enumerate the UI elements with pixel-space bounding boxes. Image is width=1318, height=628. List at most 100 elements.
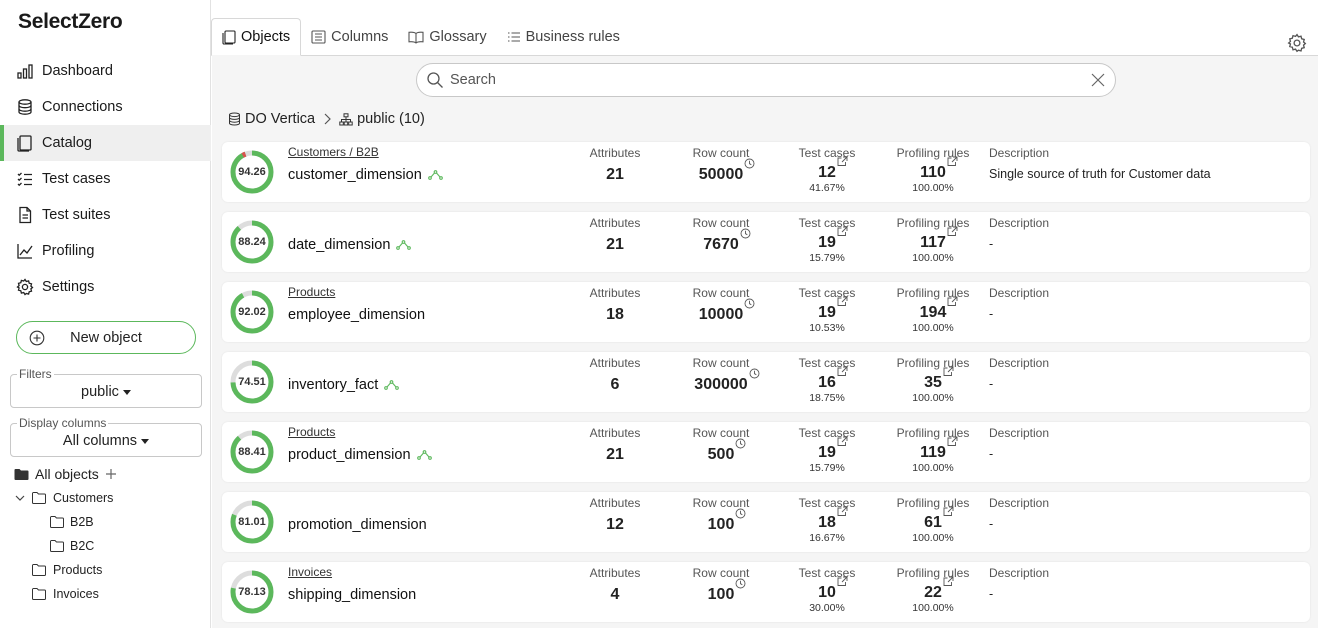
tab-columns[interactable]: Columns bbox=[301, 18, 398, 56]
clock-icon[interactable] bbox=[740, 228, 751, 239]
profiling-rules-value[interactable]: 61 bbox=[924, 506, 954, 532]
display-columns-select[interactable]: Display columns All columns bbox=[10, 416, 202, 457]
test-cases-value[interactable]: 19 bbox=[818, 296, 848, 322]
external-link-icon[interactable] bbox=[837, 506, 848, 517]
object-card[interactable]: 88.41 Products product_dimension Attribu… bbox=[222, 422, 1310, 482]
tree-item-invoices[interactable]: Invoices bbox=[0, 582, 211, 606]
chevron-down-icon[interactable] bbox=[14, 492, 26, 504]
test-cases-value[interactable]: 19 bbox=[818, 226, 848, 252]
profiling-rules-metric: Profiling rules 110 100.00% bbox=[890, 146, 976, 194]
sidebar-item-connections[interactable]: Connections bbox=[0, 89, 211, 125]
object-card[interactable]: 88.24 date_dimension Attributes 21 Row c… bbox=[222, 212, 1310, 272]
settings-gear-icon[interactable] bbox=[1287, 33, 1307, 53]
search-input[interactable] bbox=[444, 65, 1091, 95]
object-card[interactable]: 94.26 Customers / B2B customer_dimension… bbox=[222, 142, 1310, 202]
object-name[interactable]: date_dimension bbox=[288, 237, 412, 253]
external-link-icon[interactable] bbox=[837, 576, 848, 587]
object-card[interactable]: 78.13 Invoices shipping_dimension Attrib… bbox=[222, 562, 1310, 622]
external-link-icon[interactable] bbox=[837, 366, 848, 377]
app-logo[interactable]: SelectZero bbox=[18, 10, 123, 34]
object-name[interactable]: employee_dimension bbox=[288, 307, 425, 323]
tree-item-all-objects[interactable]: All objects bbox=[0, 462, 211, 486]
breadcrumb: DO Vertica public (10) bbox=[228, 111, 425, 127]
display-columns-legend: Display columns bbox=[17, 416, 109, 430]
test-cases-value[interactable]: 18 bbox=[818, 506, 848, 532]
tree-item-b2b[interactable]: B2B bbox=[0, 510, 211, 534]
new-object-button[interactable]: New object bbox=[16, 321, 196, 354]
sidebar-item-test-suites[interactable]: Test suites bbox=[0, 197, 211, 233]
external-link-icon[interactable] bbox=[947, 436, 958, 447]
list-icon bbox=[507, 32, 520, 42]
object-domain-link[interactable]: Products bbox=[288, 285, 335, 299]
description-header: Description bbox=[989, 356, 1050, 370]
filters-select[interactable]: Filters public bbox=[10, 367, 202, 408]
objects-icon bbox=[222, 29, 236, 45]
object-domain-link[interactable]: Invoices bbox=[288, 565, 332, 579]
breadcrumb-connection[interactable]: DO Vertica bbox=[245, 111, 315, 127]
test-cases-value[interactable]: 19 bbox=[818, 436, 848, 462]
external-link-icon[interactable] bbox=[947, 156, 958, 167]
test-cases-metric: Test cases 12 41.67% bbox=[792, 146, 862, 194]
test-cases-value[interactable]: 10 bbox=[818, 576, 848, 602]
clock-icon[interactable] bbox=[735, 578, 746, 589]
external-link-icon[interactable] bbox=[837, 436, 848, 447]
tab-glossary[interactable]: Glossary bbox=[398, 18, 496, 56]
object-name[interactable]: inventory_fact bbox=[288, 377, 400, 393]
tree-item-customers[interactable]: Customers bbox=[0, 486, 211, 510]
object-name[interactable]: shipping_dimension bbox=[288, 587, 416, 603]
lineage-icon[interactable] bbox=[427, 170, 443, 180]
external-link-icon[interactable] bbox=[837, 296, 848, 307]
sidebar-item-label: Profiling bbox=[42, 243, 95, 259]
object-name[interactable]: product_dimension bbox=[288, 447, 432, 463]
object-domain-link[interactable]: Products bbox=[288, 425, 335, 439]
object-name[interactable]: customer_dimension bbox=[288, 167, 443, 183]
profiling-rules-value[interactable]: 194 bbox=[920, 296, 958, 322]
sidebar-item-settings[interactable]: Settings bbox=[0, 269, 211, 305]
row-count-metric: Row count 100 bbox=[680, 496, 762, 534]
tab-objects[interactable]: Objects bbox=[211, 18, 302, 56]
profiling-rules-value[interactable]: 119 bbox=[920, 436, 958, 462]
external-link-icon[interactable] bbox=[943, 506, 954, 517]
lineage-icon[interactable] bbox=[384, 380, 400, 390]
document-icon bbox=[16, 206, 34, 224]
clock-icon[interactable] bbox=[735, 508, 746, 519]
profiling-rules-value[interactable]: 117 bbox=[920, 226, 958, 252]
profiling-rules-value[interactable]: 22 bbox=[924, 576, 954, 602]
attributes-value: 12 bbox=[606, 516, 624, 533]
clock-icon[interactable] bbox=[744, 158, 755, 169]
profiling-rules-value[interactable]: 35 bbox=[924, 366, 954, 392]
sidebar-item-profiling[interactable]: Profiling bbox=[0, 233, 211, 269]
attributes-header: Attributes bbox=[589, 356, 641, 370]
test-cases-metric: Test cases 19 15.79% bbox=[792, 426, 862, 474]
object-domain-link[interactable]: Customers / B2B bbox=[288, 145, 379, 159]
object-card[interactable]: 92.02 Products employee_dimension Attrib… bbox=[222, 282, 1310, 342]
object-card[interactable]: 74.51 inventory_fact Attributes 6 Row co… bbox=[222, 352, 1310, 412]
external-link-icon[interactable] bbox=[837, 156, 848, 167]
tree-item-b2c[interactable]: B2C bbox=[0, 534, 211, 558]
plus-icon[interactable] bbox=[105, 468, 117, 480]
sidebar-item-test-cases[interactable]: Test cases bbox=[0, 161, 211, 197]
clock-icon[interactable] bbox=[744, 298, 755, 309]
tree-item-products[interactable]: Products bbox=[0, 558, 211, 582]
external-link-icon[interactable] bbox=[837, 226, 848, 237]
test-cases-value[interactable]: 12 bbox=[818, 156, 848, 182]
clock-icon[interactable] bbox=[735, 438, 746, 449]
clear-search-icon[interactable] bbox=[1091, 73, 1105, 87]
external-link-icon[interactable] bbox=[943, 576, 954, 587]
sidebar-item-catalog[interactable]: Catalog bbox=[0, 125, 211, 161]
test-cases-value[interactable]: 16 bbox=[818, 366, 848, 392]
clock-icon[interactable] bbox=[749, 368, 760, 379]
lineage-icon[interactable] bbox=[396, 240, 412, 250]
object-name-text: inventory_fact bbox=[288, 377, 379, 393]
external-link-icon[interactable] bbox=[947, 296, 958, 307]
object-card[interactable]: 81.01 promotion_dimension Attributes 12 … bbox=[222, 492, 1310, 552]
lineage-icon[interactable] bbox=[416, 450, 432, 460]
external-link-icon[interactable] bbox=[943, 366, 954, 377]
profiling-rules-value[interactable]: 110 bbox=[920, 156, 958, 182]
sidebar-item-dashboard[interactable]: Dashboard bbox=[0, 53, 211, 89]
external-link-icon[interactable] bbox=[947, 226, 958, 237]
sidebar-item-label: Test cases bbox=[42, 171, 111, 187]
object-name[interactable]: promotion_dimension bbox=[288, 517, 427, 533]
tab-business-rules[interactable]: Business rules bbox=[497, 18, 630, 56]
breadcrumb-schema[interactable]: public (10) bbox=[357, 111, 425, 127]
